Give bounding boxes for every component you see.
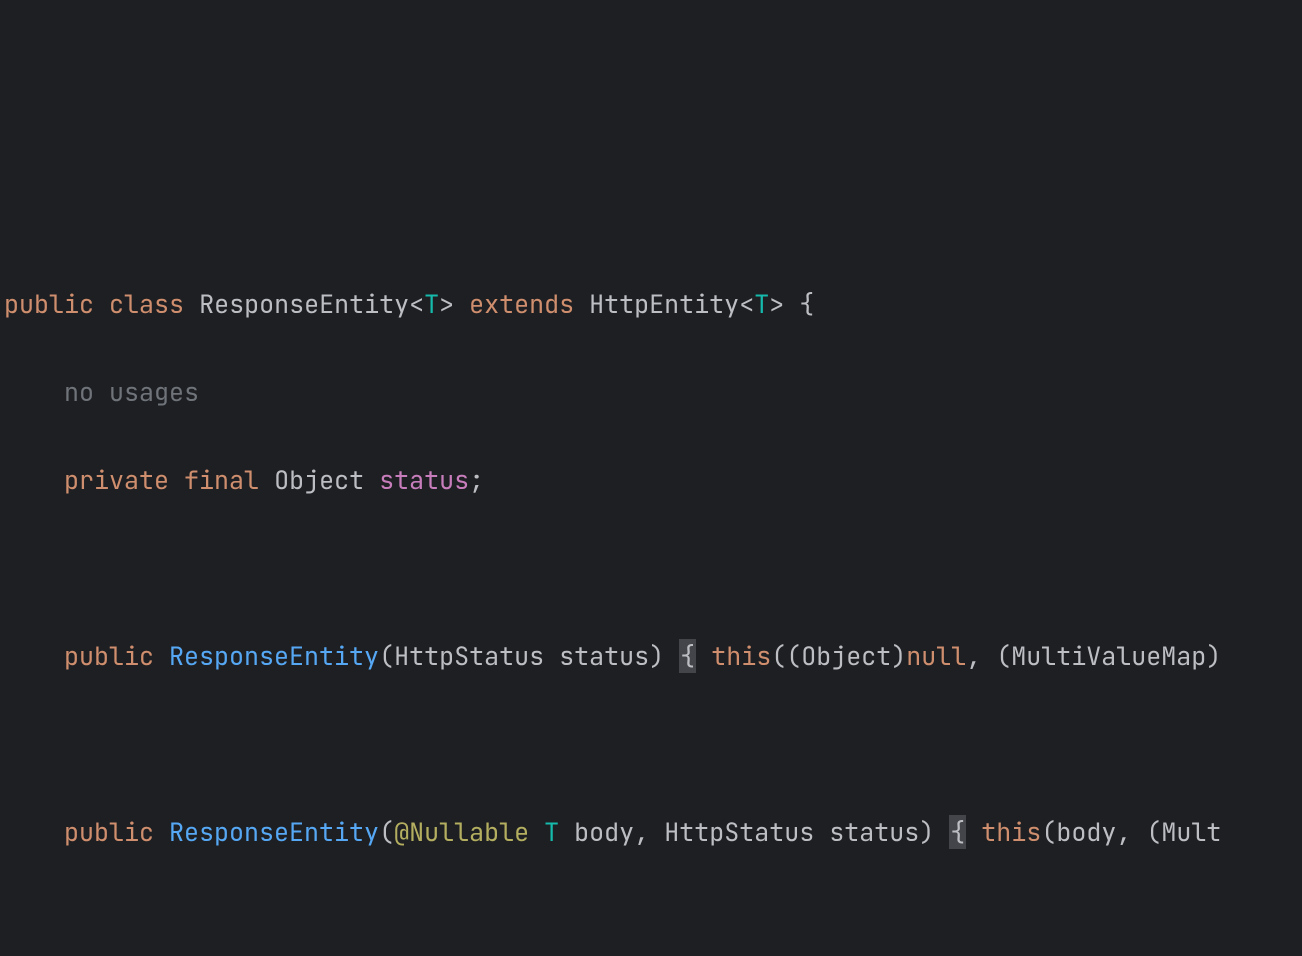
- code-line[interactable]: private final Object status;: [4, 458, 1302, 502]
- type-param: T: [424, 287, 439, 321]
- matched-brace: {: [949, 815, 966, 849]
- parent-class: HttpEntity: [589, 287, 739, 321]
- annotation-nullable: @Nullable: [394, 815, 529, 849]
- keyword-class: class: [109, 287, 184, 321]
- blank-line[interactable]: [4, 546, 1302, 590]
- constructor: ResponseEntity: [169, 639, 379, 673]
- code-editor[interactable]: public class ResponseEntity<T> extends H…: [0, 220, 1302, 956]
- keyword-extends: extends: [469, 287, 574, 321]
- code-line[interactable]: public ResponseEntity(HttpStatus status)…: [4, 634, 1302, 678]
- code-line[interactable]: public class ResponseEntity<T> extends H…: [4, 282, 1302, 326]
- blank-line[interactable]: [4, 898, 1302, 942]
- blank-line[interactable]: [4, 722, 1302, 766]
- usages-hint[interactable]: no usages: [64, 375, 199, 409]
- keyword-public: public: [4, 287, 94, 321]
- code-line[interactable]: public ResponseEntity(@Nullable T body, …: [4, 810, 1302, 854]
- constructor: ResponseEntity: [169, 815, 379, 849]
- field-status: status: [379, 463, 469, 497]
- inlay-hint-line[interactable]: no usages: [4, 370, 1302, 414]
- class-name: ResponseEntity: [199, 287, 409, 321]
- matched-brace: {: [679, 639, 696, 673]
